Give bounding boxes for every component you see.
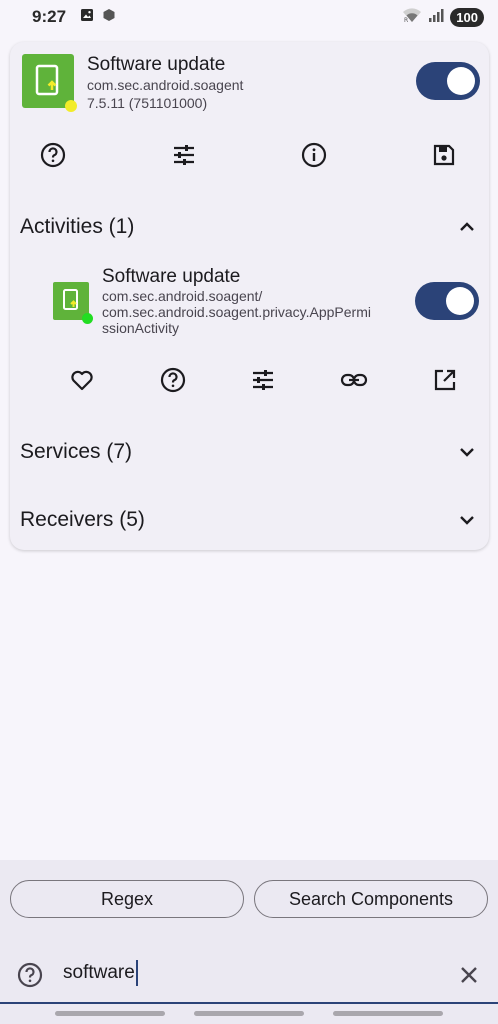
- chevron-down-icon: [455, 440, 479, 464]
- link-icon[interactable]: [339, 365, 369, 395]
- chevron-up-icon: [455, 215, 479, 239]
- help-icon[interactable]: [38, 140, 68, 170]
- nav-segment: [55, 1011, 165, 1016]
- activity-detail-line2: com.sec.android.soagent.privacy.AppPermi: [102, 304, 371, 320]
- close-icon[interactable]: [454, 960, 484, 990]
- svg-text:R: R: [404, 17, 408, 23]
- app-status-dot: [65, 100, 77, 112]
- help-icon[interactable]: [15, 960, 45, 990]
- app-icon: [22, 54, 77, 112]
- activities-title: Activities (1): [20, 215, 135, 238]
- search-input[interactable]: software: [63, 960, 138, 986]
- signal-icon: [428, 7, 444, 28]
- hexagon-icon: [102, 8, 116, 27]
- save-icon[interactable]: [429, 140, 459, 170]
- activities-section-header[interactable]: Activities (1): [20, 207, 479, 247]
- receivers-section-header[interactable]: Receivers (5): [20, 500, 479, 540]
- search-field[interactable]: software: [0, 946, 498, 1006]
- services-section-header[interactable]: Services (7): [20, 432, 479, 472]
- receivers-title: Receivers (5): [20, 508, 145, 531]
- search-underline: [0, 1002, 498, 1004]
- status-time: 9:27: [32, 7, 67, 26]
- wifi-icon: R: [402, 7, 422, 28]
- navigation-bar: [0, 1011, 498, 1019]
- activity-detail-line1: com.sec.android.soagent/: [102, 288, 263, 304]
- app-card: Software update com.sec.android.soagent …: [10, 42, 489, 550]
- tune-icon[interactable]: [169, 140, 199, 170]
- battery-indicator: 100: [450, 7, 484, 27]
- activity-detail-line3: ssionActivity: [102, 320, 180, 336]
- app-enabled-toggle[interactable]: [416, 62, 480, 100]
- search-panel: Regex Search Components software: [0, 860, 498, 1024]
- search-components-button[interactable]: Search Components: [254, 880, 488, 918]
- activity-name: Software update: [102, 266, 241, 287]
- services-title: Services (7): [20, 440, 133, 463]
- activity-status-dot: [82, 313, 93, 324]
- app-version: 7.5.11 (751101000): [87, 95, 208, 111]
- activity-item[interactable]: Software update com.sec.android.soagent/…: [102, 266, 402, 336]
- nav-segment: [333, 1011, 443, 1016]
- search-input-value: software: [63, 962, 135, 983]
- tune-icon[interactable]: [248, 365, 278, 395]
- chevron-down-icon: [455, 508, 479, 532]
- nav-segment: [194, 1011, 304, 1016]
- info-icon[interactable]: [299, 140, 329, 170]
- help-icon[interactable]: [158, 365, 188, 395]
- activity-icon: [53, 282, 93, 324]
- activity-enabled-toggle[interactable]: [415, 282, 479, 320]
- toggle-knob: [446, 287, 474, 315]
- app-name: Software update: [87, 54, 226, 75]
- text-caret: [135, 960, 138, 986]
- app-package: com.sec.android.soagent: [87, 77, 244, 93]
- status-bar: 9:27 R 100: [0, 0, 498, 34]
- app-header[interactable]: Software update com.sec.android.soagent …: [22, 52, 480, 114]
- open-external-icon[interactable]: [430, 365, 460, 395]
- image-icon: [80, 8, 94, 27]
- regex-button[interactable]: Regex: [10, 880, 244, 918]
- toggle-knob: [447, 67, 475, 95]
- favorite-icon[interactable]: [67, 365, 97, 395]
